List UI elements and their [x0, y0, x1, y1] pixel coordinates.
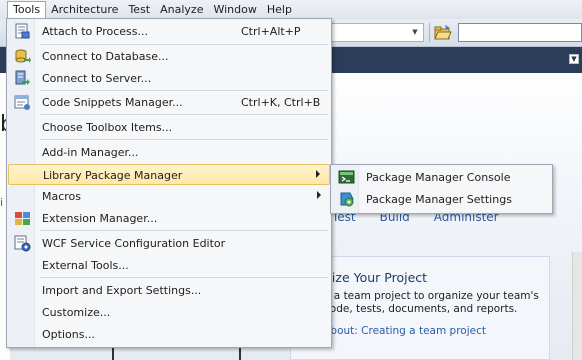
panel-description-line2: code, tests, documents, and reports.	[324, 303, 518, 315]
package-settings-icon	[338, 191, 355, 208]
library-package-manager-submenu: Package Manager Console Package Manager …	[330, 164, 553, 214]
menu-separator	[40, 44, 328, 45]
menu-item-label: Add-in Manager...	[42, 146, 139, 159]
menu-separator	[40, 230, 328, 231]
connect-server-icon	[14, 70, 31, 87]
menu-separator	[40, 277, 328, 278]
menu-item-label: Connect to Server...	[42, 72, 152, 85]
menu-bar: Tools Architecture Test Analyze Window H…	[0, 0, 582, 20]
menu-item-label: Package Manager Console	[366, 171, 511, 184]
submenu-arrow-icon	[316, 170, 320, 178]
menu-help[interactable]: Help	[262, 1, 297, 18]
menu-item-shortcut: Ctrl+K, Ctrl+B	[241, 96, 321, 109]
menu-item-package-manager-settings[interactable]: Package Manager Settings	[332, 189, 551, 210]
menu-item-import-export-settings[interactable]: Import and Export Settings...	[8, 280, 330, 301]
menu-item-label: Customize...	[42, 306, 111, 319]
menu-item-code-snippets-manager[interactable]: Code Snippets Manager... Ctrl+K, Ctrl+B	[8, 92, 330, 113]
menu-analyze[interactable]: Analyze	[155, 1, 208, 18]
menu-item-connect-to-server[interactable]: Connect to Server...	[8, 68, 330, 89]
package-console-icon	[338, 169, 355, 186]
menu-item-shortcut: Ctrl+Alt+P	[241, 25, 301, 38]
menu-item-attach-to-process[interactable]: Attach to Process... Ctrl+Alt+P	[8, 21, 330, 42]
connect-database-icon	[14, 48, 31, 65]
menu-separator	[40, 114, 328, 115]
menu-item-package-manager-console[interactable]: Package Manager Console	[332, 167, 551, 188]
menu-item-label: Extension Manager...	[42, 212, 158, 225]
menu-item-label: Macros	[42, 190, 82, 203]
menu-item-connect-to-database[interactable]: Connect to Database...	[8, 46, 330, 67]
menu-item-label: Connect to Database...	[42, 50, 169, 63]
submenu-arrow-icon	[317, 191, 321, 199]
find-input[interactable]	[458, 23, 582, 42]
menu-item-label: Options...	[42, 328, 95, 341]
solution-config-combo[interactable]: ▼	[328, 23, 424, 42]
menu-item-macros[interactable]: Macros	[8, 186, 330, 207]
menu-architecture[interactable]: Architecture	[46, 1, 123, 18]
menu-item-extension-manager[interactable]: Extension Manager...	[8, 208, 330, 229]
menu-item-add-in-manager[interactable]: Add-in Manager...	[8, 142, 330, 163]
menu-item-label: Attach to Process...	[42, 25, 148, 38]
menu-window[interactable]: Window	[208, 1, 261, 18]
menu-item-label: WCF Service Configuration Editor	[42, 237, 226, 250]
menu-separator	[40, 139, 328, 140]
menu-separator	[40, 90, 328, 91]
menu-item-external-tools[interactable]: External Tools...	[8, 255, 330, 276]
panel-title: nize Your Project	[324, 270, 428, 285]
attach-process-icon	[14, 23, 31, 40]
menu-item-customize[interactable]: Customize...	[8, 302, 330, 323]
code-snippets-icon	[14, 94, 31, 111]
menu-item-label: Import and Export Settings...	[42, 284, 202, 297]
vertical-scrollbar[interactable]	[572, 252, 582, 360]
extension-manager-icon	[14, 210, 31, 227]
menu-item-choose-toolbox-items[interactable]: Choose Toolbox Items...	[8, 117, 330, 138]
tools-menu: Attach to Process... Ctrl+Alt+P Connect …	[6, 18, 332, 348]
menu-test[interactable]: Test	[123, 1, 155, 18]
partial-link[interactable]: i	[0, 196, 3, 209]
menu-item-label: External Tools...	[42, 259, 129, 272]
chevron-down-icon[interactable]: ▼	[409, 24, 421, 41]
menu-item-label: Package Manager Settings	[366, 193, 512, 206]
menu-item-label: Choose Toolbox Items...	[42, 121, 173, 134]
menu-item-label: Library Package Manager	[43, 169, 183, 182]
wcf-editor-icon	[14, 235, 31, 252]
chevron-down-icon[interactable]: ▼	[569, 54, 579, 64]
toolbar-separator	[429, 23, 430, 42]
creating-team-project-link[interactable]: about: Creating a team project	[324, 325, 486, 337]
menu-item-library-package-manager[interactable]: Library Package Manager	[8, 164, 330, 185]
menu-item-options[interactable]: Options...	[8, 324, 330, 345]
menu-item-wcf-service-configuration-editor[interactable]: WCF Service Configuration Editor	[8, 233, 330, 254]
menu-item-label: Code Snippets Manager...	[42, 96, 183, 109]
open-folder-icon[interactable]	[433, 23, 453, 43]
panel-description-line1: e a team project to organize your team's	[324, 290, 539, 302]
